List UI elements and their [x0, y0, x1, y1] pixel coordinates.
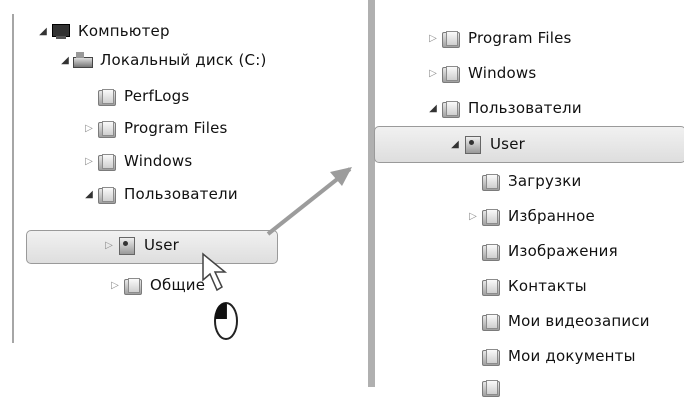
expanded-arrow-icon[interactable]: ◢ [448, 139, 462, 150]
mouse-cursor-icon [202, 252, 228, 292]
tree-item-label: Program Files [124, 119, 228, 137]
expanded-arrow-icon[interactable]: ◢ [82, 189, 96, 200]
videos-folder-icon [480, 312, 500, 331]
collapsed-arrow-icon[interactable]: ▷ [466, 211, 480, 222]
tree-item-user[interactable]: ▷ User [102, 232, 179, 258]
folder-icon [440, 29, 460, 48]
downloads-folder-icon [480, 172, 500, 191]
tree-item-windows[interactable]: ▷ Windows [82, 148, 192, 174]
tree-item-partial [480, 378, 508, 397]
user-folder-icon [462, 135, 482, 154]
left-tree-border [12, 14, 14, 343]
tree-item-label: Program Files [468, 29, 572, 47]
tree-item-label: Избранное [508, 207, 595, 225]
tree-item-label: Изображения [508, 242, 618, 260]
tree-item-contacts[interactable]: Контакты [466, 273, 587, 299]
tree-item-public[interactable]: ▷ Общие [108, 272, 205, 298]
tree-item-windows[interactable]: ▷ Windows [426, 60, 536, 86]
tree-item-perflogs[interactable]: PerfLogs [82, 83, 189, 109]
tree-item-users[interactable]: ◢ Пользователи [426, 95, 582, 121]
mouse-pointer-and-mouse-icon [202, 252, 238, 340]
collapsed-arrow-icon[interactable]: ▷ [102, 240, 116, 251]
folder-icon [96, 119, 116, 138]
left-navigation-tree: ◢ Компьютер ◢ Локальный диск (C:) PerfLo… [0, 0, 300, 387]
folder-icon [480, 378, 500, 397]
contacts-folder-icon [480, 277, 500, 296]
tree-item-videos[interactable]: Мои видеозаписи [466, 308, 650, 334]
collapsed-arrow-icon[interactable]: ▷ [426, 68, 440, 79]
mouse-icon [214, 302, 238, 340]
tree-item-local-disk[interactable]: ◢ Локальный диск (C:) [58, 47, 267, 73]
folder-icon [440, 99, 460, 118]
expanded-arrow-icon[interactable]: ◢ [426, 103, 440, 114]
drive-icon [72, 51, 93, 69]
tree-item-users[interactable]: ◢ Пользователи [82, 181, 238, 207]
tree-item-label: Локальный диск (C:) [100, 51, 267, 69]
tree-item-label: Контакты [508, 277, 587, 295]
selected-row-highlight [374, 126, 684, 163]
collapsed-arrow-icon[interactable]: ▷ [82, 156, 96, 167]
tree-item-computer[interactable]: ◢ Компьютер [36, 18, 170, 44]
folder-icon [122, 276, 142, 295]
user-folder-icon [116, 236, 136, 255]
tree-item-label: User [490, 135, 525, 153]
expanded-arrow-icon[interactable]: ◢ [58, 55, 72, 66]
tree-item-documents[interactable]: Мои документы [466, 343, 636, 369]
computer-icon [50, 22, 70, 40]
tree-item-user[interactable]: ◢ User [448, 131, 525, 157]
tree-item-label: PerfLogs [124, 87, 190, 105]
tree-item-label: Windows [124, 152, 193, 170]
tree-item-label: User [144, 236, 179, 254]
tree-item-label: Windows [468, 64, 537, 82]
expanded-arrow-icon[interactable]: ◢ [36, 26, 50, 37]
tree-item-program-files[interactable]: ▷ Program Files [426, 25, 572, 51]
collapsed-arrow-icon[interactable]: ▷ [108, 280, 122, 291]
tree-item-label: Пользователи [124, 185, 238, 203]
tree-item-label: Загрузки [508, 172, 582, 190]
folder-icon [440, 64, 460, 83]
favorites-folder-icon [480, 207, 500, 226]
collapsed-arrow-icon[interactable]: ▷ [426, 33, 440, 44]
tree-item-pictures[interactable]: Изображения [466, 238, 618, 264]
tree-item-downloads[interactable]: Загрузки [466, 168, 581, 194]
tree-item-label: Мои видеозаписи [508, 312, 650, 330]
tree-item-label: Пользователи [468, 99, 582, 117]
tree-item-favorites[interactable]: ▷ Избранное [466, 203, 595, 229]
documents-folder-icon [480, 347, 500, 366]
right-tree-border [368, 0, 375, 387]
pictures-folder-icon [480, 242, 500, 261]
collapsed-arrow-icon[interactable]: ▷ [82, 123, 96, 134]
right-navigation-tree: ▷ Program Files ▷ Windows ◢ Пользователи… [356, 0, 684, 397]
folder-icon [96, 185, 116, 204]
tree-item-label: Мои документы [508, 347, 636, 365]
folder-icon [96, 152, 116, 171]
tree-item-label: Компьютер [78, 22, 170, 40]
folder-icon [96, 87, 116, 106]
tree-item-program-files[interactable]: ▷ Program Files [82, 115, 228, 141]
